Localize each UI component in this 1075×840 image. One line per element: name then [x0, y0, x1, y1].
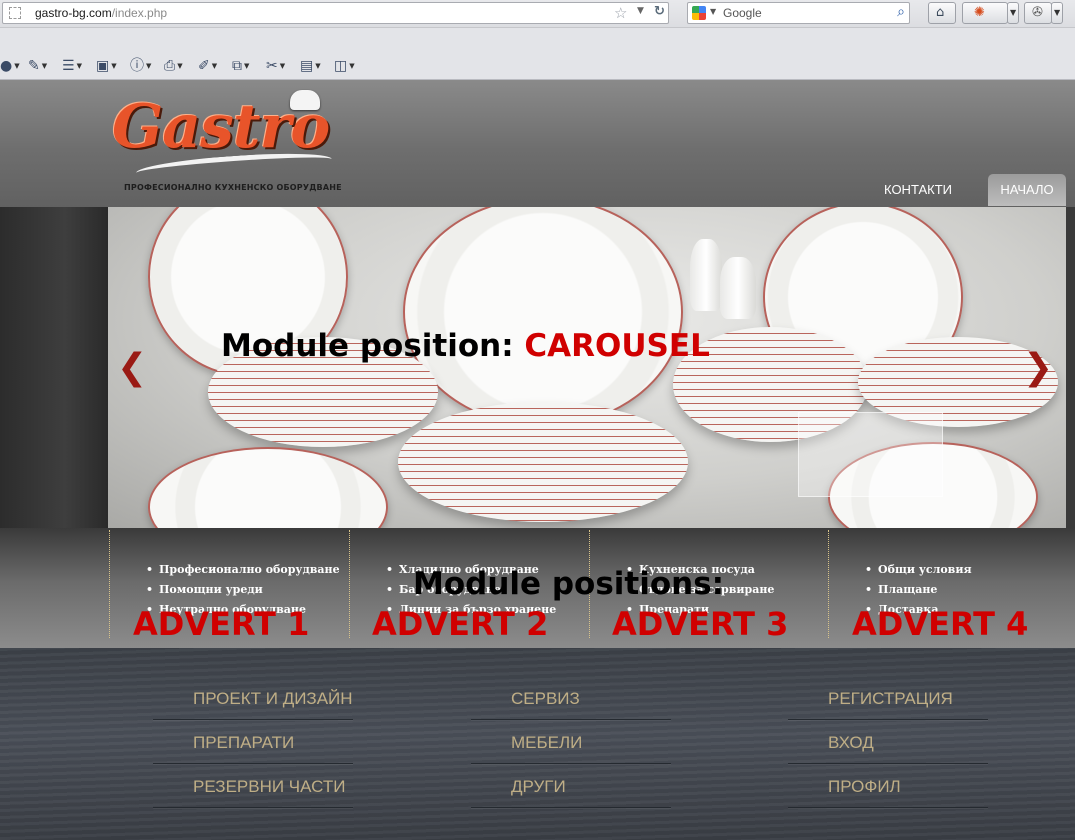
url-path: /index.php — [111, 6, 168, 20]
reload-icon[interactable]: ↻ — [654, 4, 665, 19]
extension-menu-button[interactable]: ▼ — [1051, 2, 1063, 24]
layout-icon[interactable]: ◫ ▼ — [334, 58, 355, 74]
page-icon — [9, 7, 21, 19]
carousel-side-left — [0, 207, 108, 528]
chevron-down-icon[interactable]: ▼ — [637, 6, 644, 16]
footer-link[interactable]: ПРОЕКТ И ДИЗАЙН — [153, 676, 353, 720]
print-icon[interactable]: ⎙ ▼ — [164, 58, 183, 74]
footer-link[interactable]: ПРЕПАРАТИ — [153, 720, 353, 764]
advert-divider — [828, 530, 829, 638]
advert-module-heading: Module positions: — [413, 566, 725, 602]
carousel-side-right — [1066, 207, 1075, 528]
search-bar[interactable]: ▼ Google ⌕ — [687, 2, 910, 24]
advert-link[interactable]: Професионално оборудване — [146, 560, 340, 580]
plate-stack-illustration — [398, 402, 688, 522]
advert-link[interactable]: Помощни уреди — [146, 580, 340, 600]
url-bar[interactable]: gastro-bg.com/index.php ☆ ▼ ↻ — [2, 2, 669, 24]
advert-link[interactable]: Плащане — [865, 580, 972, 600]
advert-label-3: ADVERT 3 — [612, 605, 789, 643]
star-icon[interactable]: ☆ — [614, 4, 627, 22]
carousel-label-prefix: Module position: — [221, 328, 514, 364]
advert-label-2: ADVERT 2 — [372, 605, 549, 643]
google-icon[interactable] — [692, 6, 706, 20]
footer-link[interactable]: ВХОД — [788, 720, 988, 764]
acrylic-stand-illustration — [798, 412, 943, 497]
info-icon[interactable]: ⓘ ▼ — [130, 58, 151, 74]
user-icon[interactable]: ● ▼ — [0, 58, 20, 74]
home-icon: ⌂ — [936, 5, 945, 20]
source-icon[interactable]: ▤ ▼ — [300, 58, 321, 74]
developer-toolbar: ● ▼ ✎ ▼ ☰ ▼ ▣ ▼ ⓘ ▼ ⎙ ▼ ✐ ▼ ⧉ ▼ ✂ ▼ ▤ ▼ ◫ ▼ — [0, 28, 1075, 80]
shaker-illustration — [720, 257, 756, 319]
chevron-down-icon: ▼ — [1054, 8, 1061, 17]
form-icon[interactable]: ☰ ▼ — [62, 58, 82, 74]
footer-link[interactable]: ПРОФИЛ — [788, 764, 988, 808]
image-icon[interactable]: ▣ ▼ — [96, 58, 117, 74]
plate-illustration — [403, 207, 683, 427]
nav-contacts[interactable]: КОНТАКТИ — [868, 174, 968, 206]
chevron-down-icon: ▼ — [1010, 8, 1017, 17]
footer-link[interactable]: СЕРВИЗ — [471, 676, 671, 720]
firebug-menu-button[interactable]: ▼ — [1007, 2, 1019, 24]
footer-link[interactable]: РЕЗЕРВНИ ЧАСТИ — [153, 764, 353, 808]
carousel-image — [108, 207, 1066, 528]
advert-label-1: ADVERT 1 — [133, 605, 310, 643]
bowl-illustration — [148, 447, 388, 528]
url-text[interactable]: gastro-bg.com/index.php — [35, 5, 167, 21]
chef-hat-icon — [290, 90, 320, 110]
footer-link[interactable]: МЕБЕЛИ — [471, 720, 671, 764]
chevron-right-icon[interactable]: ❯ — [1023, 348, 1053, 388]
extension-button[interactable]: ✇ — [1024, 2, 1052, 24]
footer-link[interactable]: ДРУГИ — [471, 764, 671, 808]
shaker-illustration — [690, 239, 722, 311]
home-button[interactable]: ⌂ — [928, 2, 956, 24]
logo-tagline: ПРОФЕСИОНАЛНО КУХНЕНСКО ОБОРУДВАНЕ — [124, 183, 342, 192]
nav-home[interactable]: НАЧАЛО — [988, 174, 1066, 206]
carousel-module-label: Module position: CAROUSEL — [221, 326, 710, 366]
footer-column-3: РЕГИСТРАЦИЯ ВХОД ПРОФИЛ — [788, 676, 988, 808]
carousel-label-name: CAROUSEL — [524, 328, 710, 364]
firebug-button[interactable]: ✺ — [962, 2, 1008, 24]
advert-link[interactable]: Общи условия — [865, 560, 972, 580]
site-logo[interactable]: Gastro ПРОФЕСИОНАЛНО КУХНЕНСКО ОБОРУДВАН… — [108, 86, 348, 198]
search-input[interactable]: Google — [723, 6, 762, 20]
footer-column-1: ПРОЕКТ И ДИЗАЙН ПРЕПАРАТИ РЕЗЕРВНИ ЧАСТИ — [153, 676, 353, 808]
url-host: gastro-bg.com — [35, 6, 112, 20]
advert-divider — [109, 530, 110, 638]
tools-icon[interactable]: ✂ ▼ — [266, 58, 285, 74]
puzzle-icon: ✇ — [1032, 5, 1043, 20]
pencil-icon[interactable]: ✎ ▼ — [28, 58, 47, 74]
chevron-left-icon[interactable]: ❮ — [117, 348, 147, 388]
advert-divider — [349, 530, 350, 638]
footer-column-2: СЕРВИЗ МЕБЕЛИ ДРУГИ — [471, 676, 671, 808]
advert-label-4: ADVERT 4 — [852, 605, 1029, 643]
footer-link[interactable]: РЕГИСТРАЦИЯ — [788, 676, 988, 720]
chevron-down-icon[interactable]: ▼ — [710, 7, 716, 16]
browser-nav-bar: gastro-bg.com/index.php ☆ ▼ ↻ ▼ Google ⌕… — [0, 0, 1075, 28]
highlighter-icon[interactable]: ✐ ▼ — [198, 58, 217, 74]
magnifier-icon[interactable]: ⌕ — [897, 4, 905, 20]
resize-icon[interactable]: ⧉ ▼ — [232, 58, 249, 74]
firebug-icon: ✺ — [974, 5, 985, 20]
